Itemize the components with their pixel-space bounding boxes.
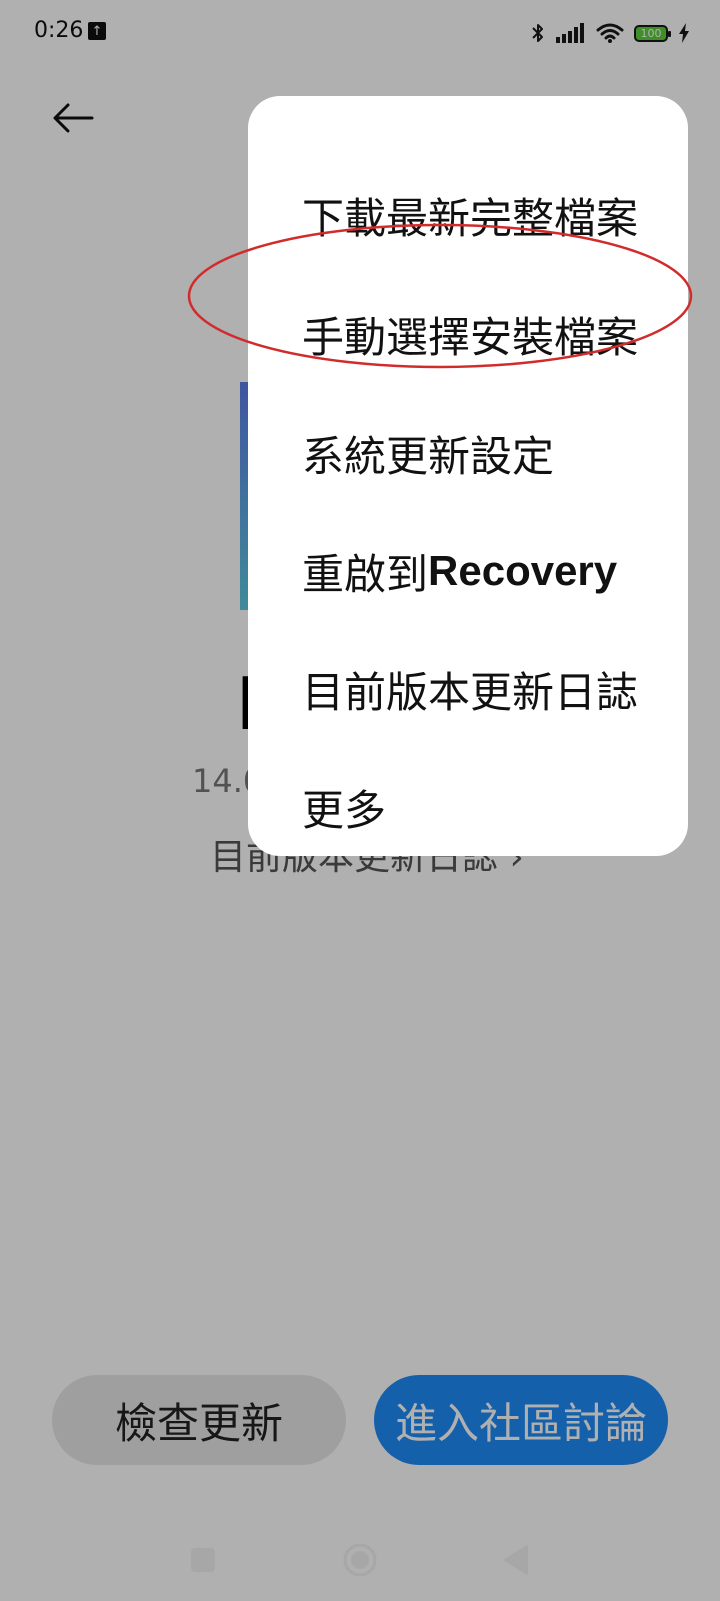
- menu-item-choose-update-package[interactable]: 手動選擇安裝檔案: [302, 279, 662, 389]
- menu-item-update-settings[interactable]: 系統更新設定: [302, 398, 662, 508]
- overflow-menu: 下載最新完整檔案 手動選擇安裝檔案 系統更新設定 重啟到 Recovery 目前版…: [248, 96, 688, 856]
- menu-item-reboot-suffix: Recovery: [428, 547, 618, 594]
- menu-item-reboot-recovery[interactable]: 重啟到 Recovery: [302, 516, 662, 626]
- menu-item-more[interactable]: 更多: [302, 752, 662, 862]
- menu-item-current-changelog[interactable]: 目前版本更新日誌: [302, 634, 662, 744]
- menu-item-download-full-package[interactable]: 下載最新完整檔案: [302, 160, 662, 270]
- menu-item-reboot-prefix: 重啟到: [302, 549, 429, 599]
